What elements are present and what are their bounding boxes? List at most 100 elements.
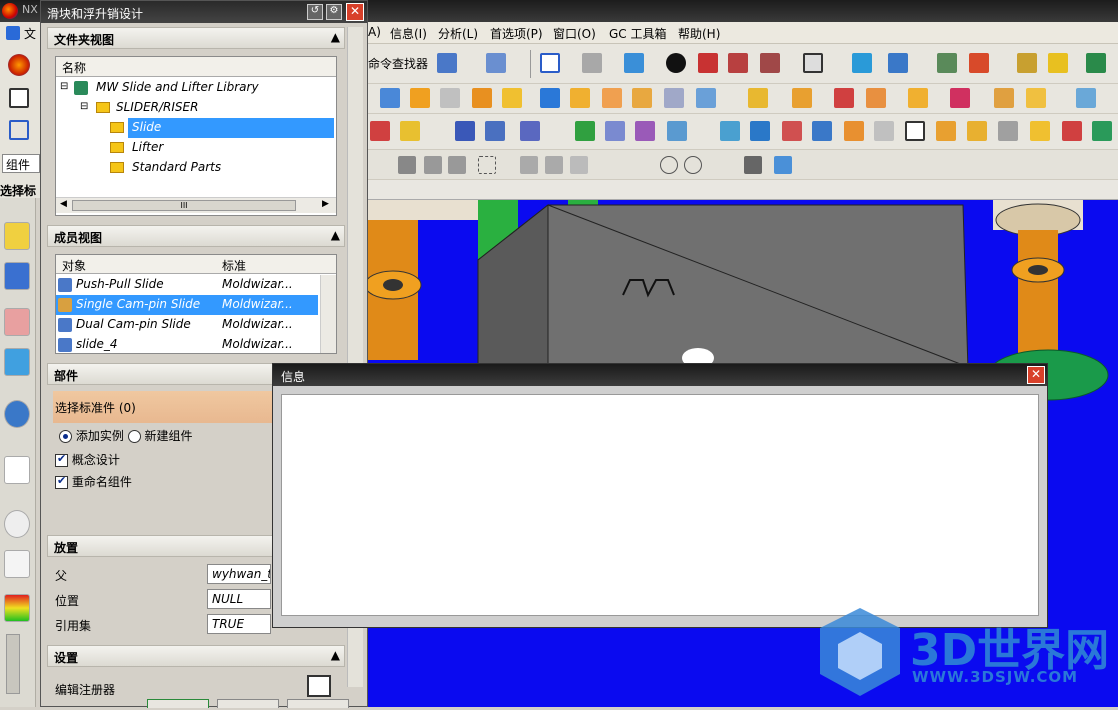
circle-icon[interactable] [660, 156, 678, 174]
tree-node-lifter[interactable]: Lifter [110, 138, 334, 158]
wcs-icon[interactable] [969, 53, 989, 73]
settings-header[interactable]: 设置 ▲ [47, 645, 345, 667]
center-icon[interactable] [684, 156, 702, 174]
box-select-icon[interactable] [478, 156, 496, 174]
layer-icon[interactable] [937, 53, 957, 73]
reuse-library-icon[interactable] [4, 348, 30, 376]
refset-field[interactable]: TRUE [207, 614, 271, 634]
tool-k-icon[interactable] [696, 88, 716, 108]
snap-d-icon[interactable] [520, 156, 538, 174]
part-nav-icon[interactable] [4, 308, 30, 336]
render-style-icon[interactable] [666, 53, 686, 73]
add-instance-radio[interactable] [59, 430, 72, 443]
red-cube-icon[interactable] [728, 53, 748, 73]
tool-g-icon[interactable] [570, 88, 590, 108]
tool-q-icon[interactable] [950, 88, 970, 108]
snap-icon[interactable] [1017, 53, 1037, 73]
mold-a-icon[interactable] [370, 121, 390, 141]
new-component-radio[interactable] [127, 430, 141, 443]
roles-icon[interactable] [4, 594, 30, 622]
mold-k-icon[interactable] [782, 121, 802, 141]
tree-hscrollbar[interactable]: ◀ III ▶ [56, 197, 336, 213]
tool-j-icon[interactable] [664, 88, 684, 108]
measure-icon[interactable] [1048, 53, 1068, 73]
tool-a-icon[interactable] [380, 88, 400, 108]
col-standard[interactable]: 标准 [222, 257, 246, 274]
table-row[interactable]: Push-Pull Slide Moldwizar... [56, 275, 318, 295]
file-icon[interactable] [6, 26, 20, 40]
edit-registry-icon[interactable] [307, 675, 331, 697]
snap-c-icon[interactable] [448, 156, 466, 174]
mold-u-icon[interactable] [1092, 121, 1112, 141]
tool-i-icon[interactable] [632, 88, 652, 108]
snap-e-icon[interactable] [545, 156, 563, 174]
tool-c-icon[interactable] [440, 88, 460, 108]
mold-n-icon[interactable] [874, 121, 894, 141]
tool-p-icon[interactable] [908, 88, 928, 108]
mold-i-icon[interactable] [720, 121, 740, 141]
member-vscrollbar[interactable] [320, 275, 336, 353]
mold-s-icon[interactable] [1030, 121, 1050, 141]
menu-help[interactable]: 帮助(H) [678, 25, 720, 42]
menu-analysis[interactable]: 分析(L) [438, 25, 478, 42]
name-column-header[interactable]: 名称 [56, 57, 336, 77]
mold-j-icon[interactable] [750, 121, 770, 141]
rename-checkbox[interactable] [55, 474, 68, 489]
assembly-nav-icon[interactable] [4, 222, 30, 250]
tool-m-icon[interactable] [792, 88, 812, 108]
shading-icon[interactable] [582, 53, 602, 73]
snap-a-icon[interactable] [398, 156, 416, 174]
tool-r-icon[interactable] [994, 88, 1014, 108]
tool-e-icon[interactable] [502, 88, 522, 108]
col-object[interactable]: 对象 [62, 257, 86, 274]
info-nav-icon[interactable] [4, 400, 30, 428]
wire-cube-icon[interactable] [760, 53, 780, 73]
move-icon[interactable] [888, 53, 908, 73]
cube-view-icon[interactable] [624, 53, 644, 73]
background-icon[interactable] [803, 53, 823, 73]
tool-s-icon[interactable] [1026, 88, 1046, 108]
component-combo[interactable]: 组件 [2, 154, 40, 173]
menu-info[interactable]: 信息(I) [390, 25, 427, 42]
position-field[interactable]: NULL [207, 589, 271, 609]
assembly-icon[interactable] [9, 120, 29, 140]
parent-field[interactable]: wyhwan_to [207, 564, 271, 584]
mold-h-icon[interactable] [667, 121, 687, 141]
table-row[interactable]: Single Cam-pin Slide Moldwizar... [56, 295, 318, 315]
mold-r-icon[interactable] [998, 121, 1018, 141]
reset-icon[interactable]: ↺ [307, 4, 323, 20]
table-row[interactable]: slide_4 Moldwizar... [56, 335, 318, 353]
settings-icon[interactable]: ⚙ [326, 4, 342, 20]
red-box-icon[interactable] [698, 53, 718, 73]
scroll-thumb[interactable]: III [72, 200, 296, 211]
collapse-icon[interactable]: ▲ [331, 228, 340, 242]
select-standard-part[interactable]: 选择标准件 (0) [53, 391, 273, 423]
mold-t-icon[interactable] [1062, 121, 1082, 141]
mold-c-icon[interactable] [455, 121, 475, 141]
mold-o-icon[interactable] [905, 121, 925, 141]
fit-view-icon[interactable] [540, 53, 560, 73]
menu-preferences[interactable]: 首选项(P) [490, 25, 543, 42]
start-icon[interactable] [8, 54, 30, 76]
process-icon[interactable] [4, 550, 30, 578]
tool-o-icon[interactable] [866, 88, 886, 108]
check-icon[interactable] [575, 121, 595, 141]
concept-design-checkbox[interactable] [55, 452, 68, 467]
finder-icon[interactable] [437, 53, 457, 73]
resource-scrollbar[interactable] [6, 634, 20, 694]
tool-b-icon[interactable] [410, 88, 430, 108]
info-text-area[interactable] [281, 394, 1039, 616]
tree-node-library[interactable]: ⊟ MW Slide and Lifter Library [60, 78, 336, 98]
tree-node-slide[interactable]: Slide [110, 118, 334, 138]
tree-node-standard-parts[interactable]: Standard Parts [110, 158, 334, 178]
new-icon[interactable] [9, 88, 29, 108]
arrow-snap-icon[interactable] [744, 156, 762, 174]
tool-l-icon[interactable] [748, 88, 768, 108]
file-abbr[interactable]: 文 [24, 25, 36, 42]
command-finder[interactable]: 命令查找器 [368, 55, 428, 72]
mold-g-icon[interactable] [635, 121, 655, 141]
mold-m-icon[interactable] [844, 121, 864, 141]
mold-p-icon[interactable] [936, 121, 956, 141]
clock-icon[interactable] [4, 510, 30, 538]
constraint-nav-icon[interactable] [4, 262, 30, 290]
